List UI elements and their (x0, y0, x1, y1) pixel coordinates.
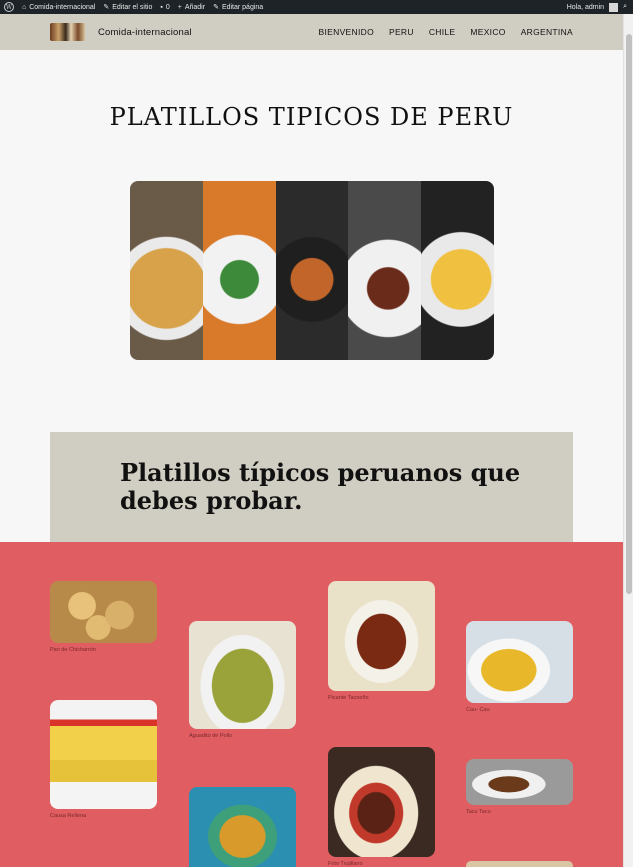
intro-section: Platillos típicos peruanos que debes pro… (50, 432, 573, 544)
dish-image (189, 621, 296, 729)
dish-caption: Cau- Cau (466, 707, 490, 713)
plus-icon: + (177, 3, 182, 11)
admin-site-link[interactable]: ⌂ Comida-internacional (22, 4, 95, 11)
dish-caption: Picante Tacneño (328, 695, 369, 701)
dish-image (466, 861, 573, 867)
nav-item-mexico[interactable]: MEXICO (470, 27, 505, 37)
dish-image (50, 700, 157, 809)
dish-caption: Causa Rellena (50, 813, 87, 819)
brush-icon: ✎ (103, 4, 110, 11)
main-nav: BIENVENIDO PERU CHILE MEXICO ARGENTINA (319, 27, 573, 37)
nav-item-peru[interactable]: PERU (389, 27, 414, 37)
edit-page-link[interactable]: ✎ Editar página (213, 3, 264, 12)
dish-image (466, 759, 573, 805)
collage-strip (275, 181, 349, 360)
page: W ⌂ Comida-internacional ✎ Editar el sit… (0, 0, 633, 867)
page-title: PLATILLOS TIPICOS DE PERU (109, 103, 514, 131)
dish-card[interactable]: Tacu Tacu (466, 759, 573, 815)
dish-card[interactable]: Aguadito de Pollo (189, 621, 296, 739)
home-icon: ⌂ (22, 3, 27, 11)
scrollbar-thumb[interactable] (626, 34, 632, 594)
comments-link[interactable]: ▪ 0 (160, 4, 169, 11)
section-heading: Platillos típicos peruanos que debes pro… (120, 458, 521, 515)
dish-caption: Aguadito de Pollo (189, 733, 233, 739)
edit-site-link[interactable]: ✎ Editar el sitio (103, 3, 153, 12)
dish-image (50, 581, 157, 643)
edit-site-label: Editar el sitio (112, 3, 153, 11)
collage-strip (421, 181, 494, 360)
dish-card[interactable]: Frito Trujillano (328, 747, 435, 867)
nav-item-chile[interactable]: CHILE (429, 27, 456, 37)
edit-page-label: Editar página (221, 3, 264, 11)
dish-caption: Pan de Chicharrón (50, 647, 96, 653)
nav-item-argentina[interactable]: ARGENTINA (521, 27, 573, 37)
dish-caption: Tacu Tacu (466, 809, 491, 815)
comments-count: 0 (165, 3, 170, 11)
dish-card[interactable]: Picante Tacneño (328, 581, 435, 701)
site-header: Comida-internacional BIENVENIDO PERU CHI… (0, 14, 623, 50)
search-icon[interactable]: ⌕ (623, 3, 627, 11)
dish-image (189, 787, 296, 867)
user-greeting[interactable]: Hola, admin (567, 4, 604, 11)
add-new-label: Añadir (184, 3, 206, 11)
comment-icon: ▪ (160, 3, 163, 11)
dish-card[interactable]: Cau- Cau (466, 621, 573, 713)
avatar[interactable] (609, 2, 619, 12)
wp-admin-bar: W ⌂ Comida-internacional ✎ Editar el sit… (0, 0, 633, 14)
dish-caption: Frito Trujillano (328, 861, 363, 867)
pencil-icon: ✎ (213, 4, 219, 11)
page-scrollbar[interactable] (623, 14, 633, 867)
dish-card[interactable]: Causa Rellena (50, 700, 157, 819)
dishes-section: Pan de Chicharrón Aguadito de Pollo Pica… (0, 542, 623, 867)
add-new-link[interactable]: + Añadir (178, 4, 205, 11)
site-logo[interactable] (50, 23, 85, 41)
collage-strip (130, 181, 203, 360)
hero-collage-image (130, 181, 494, 360)
collage-strip (348, 181, 422, 360)
dish-image (328, 747, 435, 857)
nav-item-bienvenido[interactable]: BIENVENIDO (319, 27, 374, 37)
dish-image (466, 621, 573, 703)
wordpress-logo-icon[interactable]: W (4, 2, 14, 12)
dish-card[interactable]: Pan de Chicharrón (50, 581, 157, 653)
site-title[interactable]: Comida-internacional (98, 27, 192, 38)
collage-strip (202, 181, 276, 360)
dish-card[interactable] (466, 861, 573, 867)
dish-card[interactable] (189, 787, 296, 867)
dish-image (328, 581, 435, 691)
admin-site-label: Comida-internacional (29, 3, 96, 11)
